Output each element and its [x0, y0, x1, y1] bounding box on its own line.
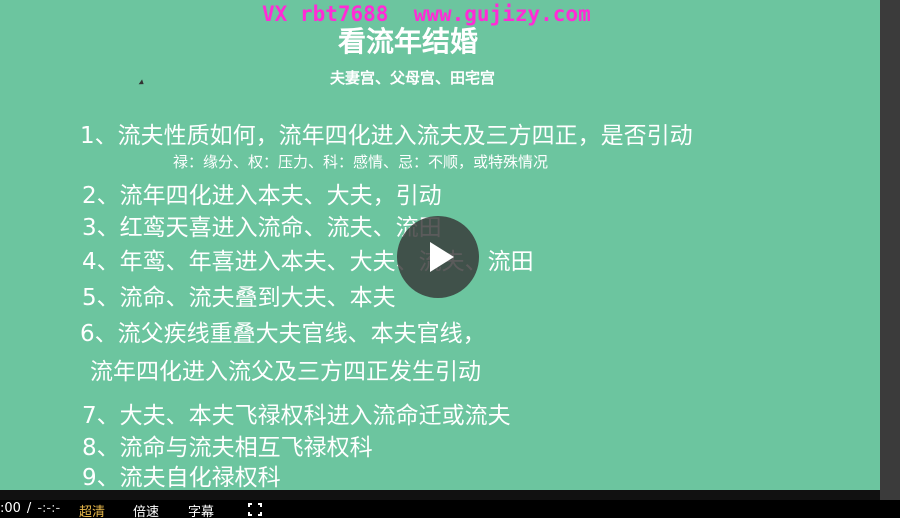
list-item-6-continued: 流年四化进入流父及三方四正发生引动	[90, 359, 481, 385]
time-separator: /	[26, 501, 32, 516]
player-control-bar: :00 / -:-:- 超清 倍速 字幕	[0, 500, 900, 518]
video-right-border	[880, 0, 900, 500]
list-item-2: 2、流年四化进入本夫、大夫，引动	[82, 183, 442, 209]
subtitle-button[interactable]: 字幕	[188, 501, 214, 518]
total-time: -:-:-	[37, 501, 61, 516]
slide-subtitle: 夫妻宫、父母宫、田宅宫	[330, 69, 496, 87]
speed-button[interactable]: 倍速	[133, 501, 159, 518]
slide-title: 看流年结婚	[338, 25, 479, 58]
fullscreen-button[interactable]	[248, 503, 262, 516]
list-item-7: 7、大夫、本夫飞禄权科进入流命迁或流夫	[82, 403, 511, 429]
video-area[interactable]: VX rbt7688 www.gujizy.com 看流年结婚 夫妻宫、父母宫、…	[0, 0, 900, 500]
mouse-cursor-icon	[138, 79, 146, 87]
list-item-1: 1、流夫性质如何，流年四化进入流夫及三方四正，是否引动	[80, 123, 693, 149]
fullscreen-icon	[248, 503, 262, 516]
list-item-8: 8、流命与流夫相互飞禄权科	[82, 435, 373, 461]
list-item-3: 3、红鸾天喜进入流命、流夫、流田	[82, 215, 442, 241]
play-button[interactable]	[397, 216, 479, 298]
list-item-5: 5、流命、流夫叠到大夫、本夫	[82, 285, 396, 311]
play-icon	[430, 242, 454, 272]
list-item-9: 9、流夫自化禄权科	[82, 465, 281, 490]
quality-button[interactable]: 超清	[79, 501, 105, 518]
current-time: :00	[0, 501, 21, 516]
slide-note: 禄：缘分、权：压力、科：感情、忌：不顺，或特殊情况	[173, 153, 549, 171]
list-item-6: 6、流父疾线重叠大夫官线、本夫官线，	[80, 321, 486, 347]
time-display: :00 / -:-:-	[0, 501, 60, 516]
